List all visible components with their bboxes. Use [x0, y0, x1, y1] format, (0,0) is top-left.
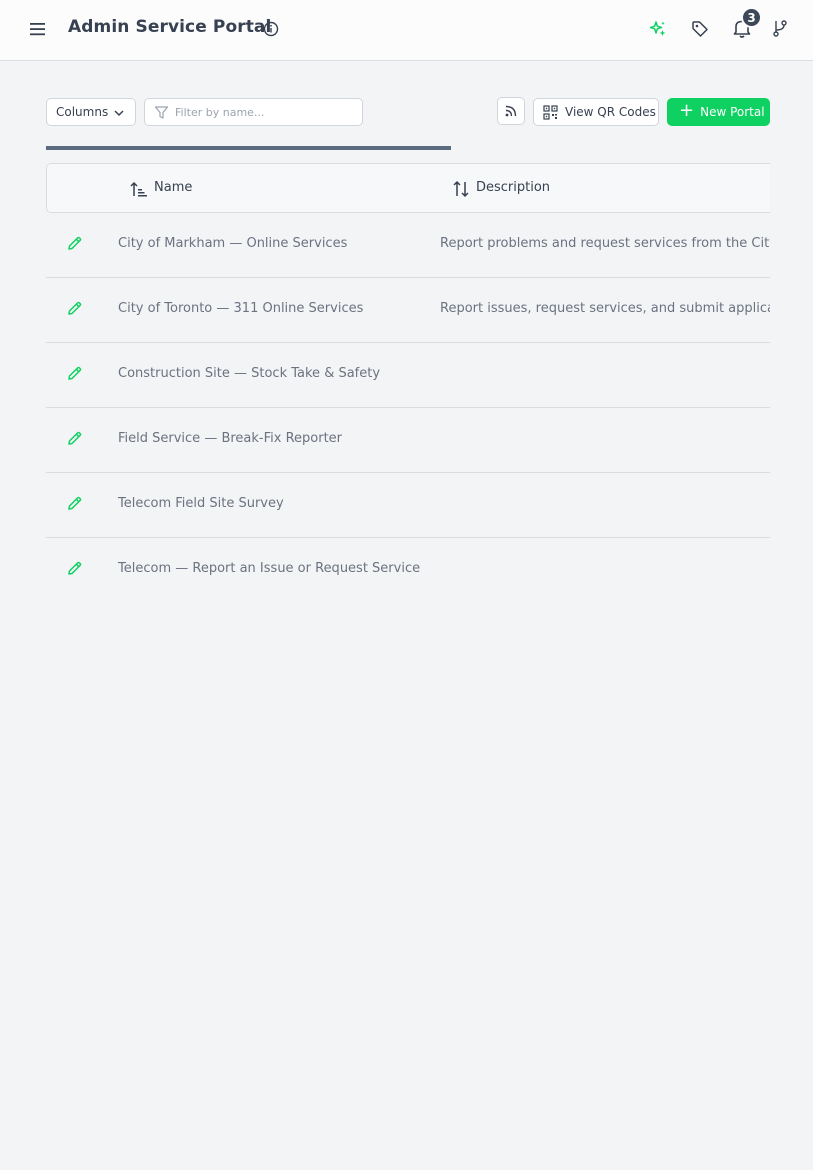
table-header: Name Description	[46, 163, 770, 213]
portal-name: Telecom — Report an Issue or Request Ser…	[118, 561, 421, 576]
portal-table-body: City of Markham — Online Services Report…	[46, 213, 770, 603]
portal-name: Field Service — Break-Fix Reporter	[118, 431, 343, 446]
portal-description: Report issues, request services, and sub…	[440, 301, 770, 316]
sort-ascending-icon[interactable]	[129, 180, 149, 198]
new-portal-label: New Portal	[700, 105, 765, 119]
rss-icon	[505, 105, 517, 117]
page-title: Admin Service Portal	[68, 17, 272, 37]
view-qr-codes-label: View QR Codes	[565, 105, 656, 119]
table-row[interactable]: Telecom — Report an Issue or Request Ser…	[46, 538, 770, 603]
chevron-down-icon	[114, 110, 124, 117]
plus-icon: +	[679, 100, 695, 121]
top-bar: Admin Service Portal 3	[0, 0, 813, 61]
table-row[interactable]: Telecom Field Site Survey	[46, 473, 770, 538]
pencil-icon[interactable]	[66, 300, 83, 317]
table-row[interactable]: City of Markham — Online Services Report…	[46, 213, 770, 278]
sparkle-icon[interactable]	[648, 19, 668, 39]
table-row[interactable]: City of Toronto — 311 Online Services Re…	[46, 278, 770, 343]
table-row[interactable]: Field Service — Break-Fix Reporter	[46, 408, 770, 473]
filter-field	[144, 98, 363, 126]
rss-button[interactable]	[497, 97, 525, 125]
sort-icon[interactable]	[451, 180, 471, 198]
pencil-icon[interactable]	[66, 365, 83, 382]
notification-badge: 3	[741, 7, 762, 28]
portal-name: Construction Site — Stock Take & Safety	[118, 366, 381, 381]
view-qr-codes-button[interactable]: View QR Codes	[533, 98, 659, 126]
columns-button-label: Columns	[56, 105, 109, 119]
portal-description: Report problems and request services fro…	[440, 236, 770, 251]
column-header-description[interactable]: Description	[476, 180, 550, 195]
table-row[interactable]: Construction Site — Stock Take & Safety	[46, 343, 770, 408]
pencil-icon[interactable]	[66, 235, 83, 252]
columns-button[interactable]: Columns	[46, 98, 136, 126]
column-header-name[interactable]: Name	[154, 180, 192, 195]
portal-name: City of Toronto — 311 Online Services	[118, 301, 364, 316]
pencil-icon[interactable]	[66, 560, 83, 577]
portal-name: Telecom Field Site Survey	[118, 496, 284, 511]
loading-progress-bar	[46, 146, 451, 150]
new-portal-button[interactable]: + New Portal	[667, 98, 770, 126]
menu-icon[interactable]	[28, 18, 48, 40]
qr-code-icon	[543, 104, 558, 120]
filter-input[interactable]	[175, 103, 355, 121]
pencil-icon[interactable]	[66, 430, 83, 447]
pencil-icon[interactable]	[66, 495, 83, 512]
filter-icon	[154, 106, 169, 119]
tag-icon[interactable]	[690, 19, 710, 39]
portal-name: City of Markham — Online Services	[118, 236, 348, 251]
git-branch-icon[interactable]	[771, 18, 789, 38]
info-icon[interactable]	[262, 20, 280, 38]
